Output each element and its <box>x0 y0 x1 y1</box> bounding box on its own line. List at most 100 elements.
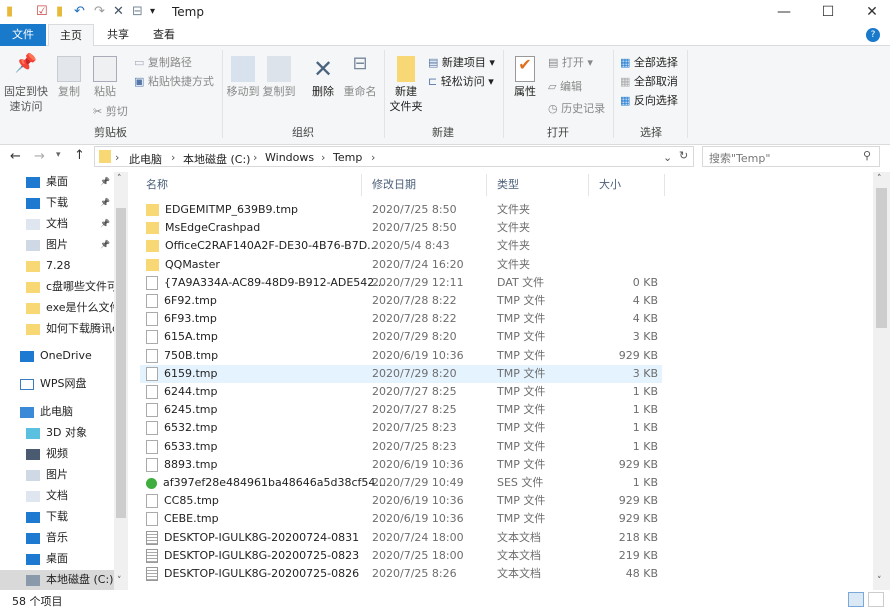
open-button[interactable]: ▤ 打开 ▾ <box>548 54 593 70</box>
refresh-icon[interactable]: ↻ <box>679 149 688 162</box>
delete-button[interactable]: ✕ 删除 <box>308 56 338 99</box>
file-row[interactable]: DESKTOP-IGULK8G-20200724-0831 2020/7/24 1… <box>140 529 662 547</box>
breadcrumb-windows[interactable]: Windows <box>265 151 314 164</box>
back-arrow-icon[interactable]: ← <box>10 149 21 164</box>
column-header-name[interactable]: 名称 <box>136 174 362 196</box>
help-icon[interactable]: ? <box>866 28 880 42</box>
pin-quick-access-button[interactable]: 📌 固定到快 速访问 <box>4 55 48 114</box>
scroll-up-icon[interactable]: ˄ <box>117 174 122 184</box>
new-folder-qa-icon[interactable]: ▮ <box>56 4 63 19</box>
column-header-size[interactable]: 大小 <box>589 174 665 196</box>
new-item-button[interactable]: ▤ 新建项目 ▾ <box>428 54 495 70</box>
nav-item[interactable]: WPS网盘 <box>0 374 114 394</box>
rename-button[interactable]: ⊟ 重命名 <box>342 55 378 99</box>
nav-item[interactable]: 文档 <box>0 486 114 506</box>
properties-qa-icon[interactable]: ☑ <box>36 4 48 19</box>
pin-icon[interactable]: 📌 <box>100 214 110 234</box>
file-row[interactable]: MsEdgeCrashpad 2020/7/25 8:50 文件夹 <box>140 219 662 237</box>
maximize-button[interactable]: ☐ <box>806 0 850 24</box>
nav-scrollbar[interactable]: ˄ ˅ <box>114 172 128 590</box>
column-header-date[interactable]: 修改日期 <box>362 174 487 196</box>
file-row[interactable]: af397ef28e484961ba48646a5d38cf54... 2020/… <box>140 474 662 492</box>
file-row[interactable]: DESKTOP-IGULK8G-20200725-0826 2020/7/25 8… <box>140 565 662 583</box>
search-input[interactable]: 搜索"Temp" ⚲ <box>702 146 880 167</box>
breadcrumb-temp[interactable]: Temp <box>333 151 362 164</box>
file-row[interactable]: {7A9A334A-AC89-48D9-B912-ADE542... 2020/7… <box>140 274 662 292</box>
edit-button[interactable]: ▱ 编辑 <box>548 78 582 94</box>
nav-scroll-thumb[interactable] <box>116 208 126 518</box>
file-row[interactable]: 6533.tmp 2020/7/25 8:23 TMP 文件 1 KB <box>140 438 662 456</box>
nav-item[interactable]: 音乐 <box>0 528 114 548</box>
redo-icon[interactable]: ↷ <box>94 4 105 19</box>
nav-item[interactable]: 桌面 📌 <box>0 172 114 192</box>
file-row[interactable]: CEBE.tmp 2020/6/19 10:36 TMP 文件 929 KB <box>140 510 662 528</box>
file-row[interactable]: EDGEMITMP_639B9.tmp 2020/7/25 8:50 文件夹 <box>140 201 662 219</box>
file-row[interactable]: CC85.tmp 2020/6/19 10:36 TMP 文件 929 KB <box>140 492 662 510</box>
nav-item[interactable]: OneDrive <box>0 346 114 366</box>
address-history-chevron-icon[interactable]: ⌄ <box>663 151 672 164</box>
file-row[interactable]: 6159.tmp 2020/7/29 8:20 TMP 文件 3 KB <box>140 364 662 383</box>
nav-item[interactable]: exe是什么文件 <box>0 298 114 318</box>
nav-item[interactable]: 桌面 <box>0 549 114 569</box>
pin-icon[interactable]: 📌 <box>100 193 110 213</box>
nav-item[interactable]: 下载 <box>0 507 114 527</box>
paste-shortcut-button[interactable]: ▣ 粘贴快捷方式 <box>134 73 214 89</box>
nav-item[interactable]: 如何下载腾讯c <box>0 319 114 339</box>
tab-file[interactable]: 文件 <box>0 24 46 46</box>
tab-view[interactable]: 查看 <box>142 24 186 46</box>
customize-qa-chevron-icon[interactable]: ▾ <box>150 6 155 17</box>
history-button[interactable]: ◷ 历史记录 <box>548 100 605 116</box>
breadcrumb-this-pc[interactable]: 此电脑 <box>129 151 162 167</box>
close-button[interactable]: ✕ <box>850 0 890 24</box>
recent-chevron-icon[interactable]: ▾ <box>56 150 61 160</box>
file-list-scroll-thumb[interactable] <box>876 188 887 328</box>
pin-icon[interactable]: 📌 <box>100 235 110 255</box>
large-icons-view-icon[interactable] <box>868 592 884 607</box>
copy-to-button[interactable]: 复制到 <box>262 56 296 99</box>
breadcrumb-c-drive[interactable]: 本地磁盘 (C:) <box>183 151 250 167</box>
file-row[interactable]: 6F92.tmp 2020/7/28 8:22 TMP 文件 4 KB <box>140 292 662 310</box>
cut-button[interactable]: ✂ 剪切 <box>93 103 128 119</box>
select-none-button[interactable]: ▦ 全部取消 <box>620 73 678 89</box>
file-row[interactable]: 6532.tmp 2020/7/25 8:23 TMP 文件 1 KB <box>140 419 662 437</box>
minimize-button[interactable]: — <box>762 0 806 24</box>
scroll-down-icon[interactable]: ˅ <box>877 576 882 586</box>
easy-access-button[interactable]: ⊏ 轻松访问 ▾ <box>428 73 494 89</box>
file-row[interactable]: 8893.tmp 2020/6/19 10:36 TMP 文件 929 KB <box>140 456 662 474</box>
nav-item[interactable]: 3D 对象 <box>0 423 114 443</box>
file-row[interactable]: 750B.tmp 2020/6/19 10:36 TMP 文件 929 KB <box>140 347 662 365</box>
file-list-scrollbar[interactable]: ˄ ˅ <box>873 172 890 590</box>
file-row[interactable]: 6244.tmp 2020/7/27 8:25 TMP 文件 1 KB <box>140 383 662 401</box>
nav-item[interactable]: 7.28 <box>0 256 114 276</box>
up-arrow-icon[interactable]: ↑ <box>74 148 85 163</box>
file-row[interactable]: OfficeC2RAF140A2F-DE30-4B76-B7D... 2020/5… <box>140 237 662 255</box>
paste-button[interactable]: 粘贴 <box>90 56 120 99</box>
forward-arrow-icon[interactable]: → <box>34 149 45 164</box>
copy-path-button[interactable]: ▭ 复制路径 <box>134 54 192 70</box>
nav-item[interactable]: 此电脑 <box>0 402 114 422</box>
file-row[interactable]: 6245.tmp 2020/7/27 8:25 TMP 文件 1 KB <box>140 401 662 419</box>
nav-item[interactable]: 文档 📌 <box>0 214 114 234</box>
file-row[interactable]: 6F93.tmp 2020/7/28 8:22 TMP 文件 4 KB <box>140 310 662 328</box>
tab-share[interactable]: 共享 <box>96 24 140 46</box>
scroll-up-icon[interactable]: ˄ <box>877 174 882 184</box>
nav-item[interactable]: 图片 📌 <box>0 235 114 255</box>
nav-item[interactable]: c盘哪些文件可 <box>0 277 114 297</box>
nav-item[interactable]: 本地磁盘 (C:) <box>0 570 114 590</box>
scroll-down-icon[interactable]: ˅ <box>117 576 122 586</box>
column-header-type[interactable]: 类型 <box>487 174 589 196</box>
properties-button[interactable]: ✔ 属性 <box>510 56 540 99</box>
new-folder-button[interactable]: 新建 文件夹 <box>388 56 424 114</box>
tab-home[interactable]: 主页 <box>48 24 94 47</box>
pin-icon[interactable]: 📌 <box>100 172 110 192</box>
nav-item[interactable]: 图片 <box>0 465 114 485</box>
file-row[interactable]: 615A.tmp 2020/7/29 8:20 TMP 文件 3 KB <box>140 328 662 346</box>
invert-selection-button[interactable]: ▦ 反向选择 <box>620 92 678 108</box>
rename-qa-icon[interactable]: ⊟ <box>132 4 143 19</box>
undo-icon[interactable]: ↶ <box>74 4 85 19</box>
copy-button[interactable]: 复制 <box>54 56 84 99</box>
nav-item[interactable]: 下载 📌 <box>0 193 114 213</box>
nav-item[interactable]: 视频 <box>0 444 114 464</box>
file-row[interactable]: DESKTOP-IGULK8G-20200725-0823 2020/7/25 1… <box>140 547 662 565</box>
select-all-button[interactable]: ▦ 全部选择 <box>620 54 678 70</box>
